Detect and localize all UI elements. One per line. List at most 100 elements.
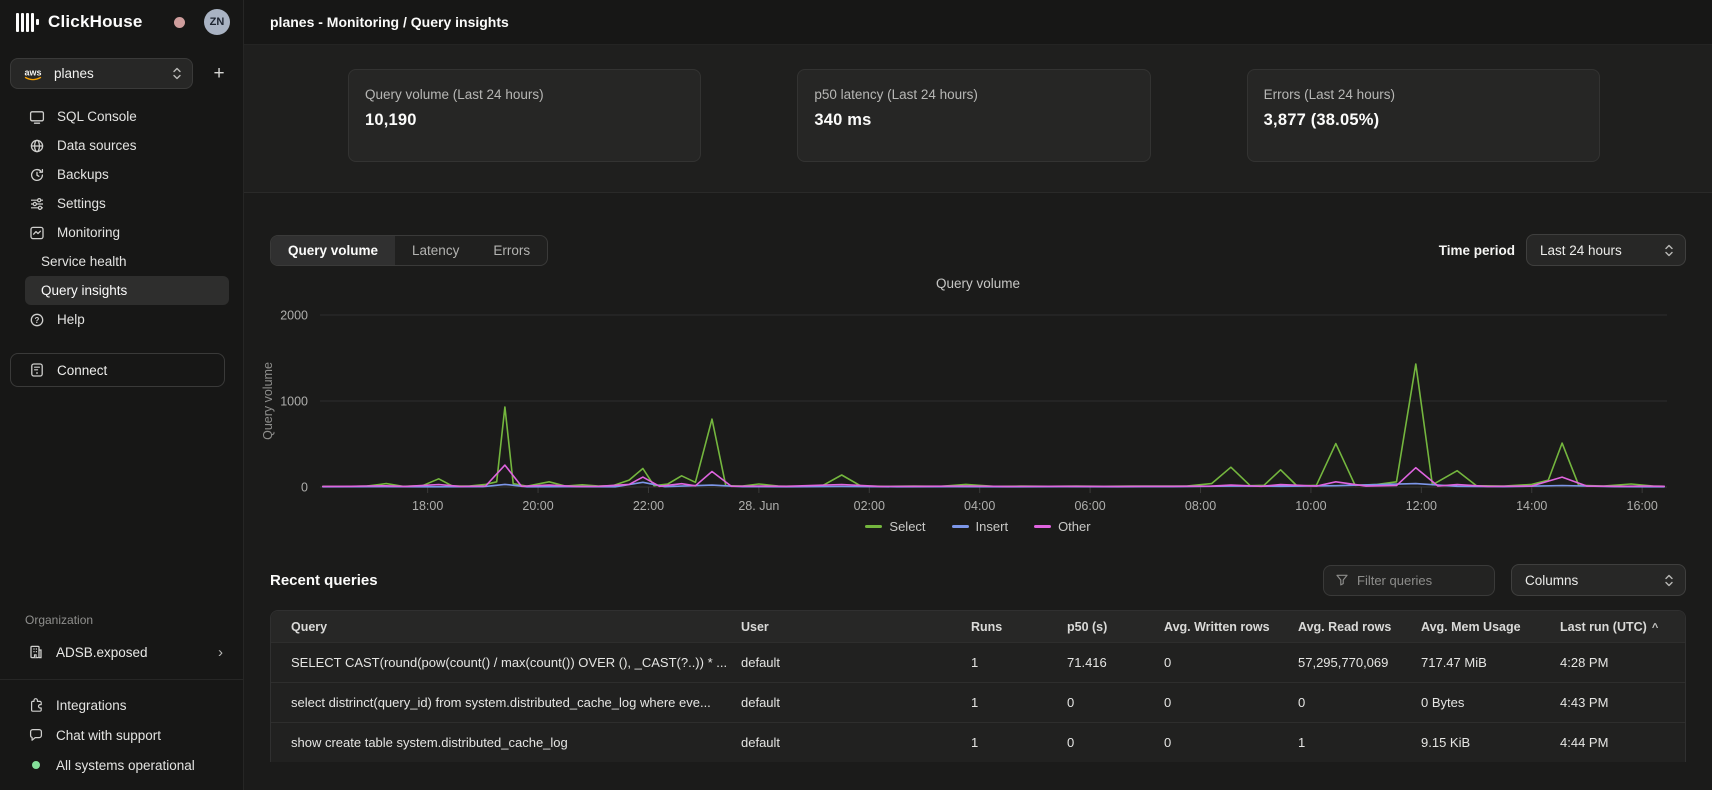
legend-swatch — [1034, 525, 1051, 528]
column-header-user[interactable]: User — [741, 620, 971, 634]
chart-controls-row: Query volume Latency Errors Time period … — [270, 234, 1686, 266]
cell-avg-mem: 717.47 MiB — [1421, 655, 1560, 670]
sidebar-item-label: Settings — [57, 196, 106, 211]
column-header-last-run[interactable]: Last run (UTC)^ — [1560, 620, 1685, 634]
column-header-avg-read[interactable]: Avg. Read rows — [1298, 620, 1421, 634]
clickhouse-logo-icon — [16, 12, 39, 32]
monitoring-icon — [28, 224, 45, 241]
connect-label: Connect — [57, 363, 107, 378]
sidebar-item-label: Backups — [57, 167, 109, 182]
chart-xtick-label: 12:00 — [1406, 499, 1437, 513]
system-status[interactable]: All systems operational — [0, 750, 243, 780]
legend-swatch — [865, 525, 882, 528]
service-selector[interactable]: aws planes — [10, 58, 193, 89]
chart-xtick-label: 22:00 — [633, 499, 664, 513]
column-header-avg-mem[interactable]: Avg. Mem Usage — [1421, 620, 1560, 634]
sidebar: ClickHouse ZN aws planes + SQL Console — [0, 0, 244, 790]
organization-icon — [28, 644, 44, 660]
column-header-avg-written[interactable]: Avg. Written rows — [1164, 620, 1298, 634]
table-controls: Columns — [1323, 564, 1686, 596]
chart-tabs: Query volume Latency Errors — [270, 235, 548, 266]
sidebar-item-settings[interactable]: Settings — [25, 189, 229, 218]
recent-queries-table: Query User Runs p50 (s) Avg. Written row… — [270, 610, 1686, 762]
console-icon — [28, 108, 45, 125]
cell-last-run: 4:44 PM — [1560, 735, 1685, 750]
stats-band: Query volume (Last 24 hours) 10,190 p50 … — [244, 45, 1712, 193]
main-content: planes - Monitoring / Query insights Que… — [244, 0, 1712, 790]
footer-item-label: All systems operational — [56, 758, 195, 773]
chart-ytick-label: 2000 — [280, 309, 308, 323]
column-header-runs[interactable]: Runs — [971, 620, 1067, 634]
legend-item-insert[interactable]: Insert — [952, 519, 1009, 534]
chart-xtick-label: 08:00 — [1185, 499, 1216, 513]
chart-xtick-label: 18:00 — [412, 499, 443, 513]
column-header-p50[interactable]: p50 (s) — [1067, 620, 1164, 634]
stat-value: 3,877 (38.05%) — [1264, 111, 1583, 130]
stat-card-p50-latency: p50 latency (Last 24 hours) 340 ms — [797, 69, 1150, 162]
sidebar-item-query-insights[interactable]: Query insights — [25, 276, 229, 305]
stat-label: Errors (Last 24 hours) — [1264, 87, 1583, 102]
connect-button[interactable]: Connect — [10, 353, 225, 387]
tab-query-volume[interactable]: Query volume — [271, 236, 395, 265]
chart-series-select — [323, 364, 1664, 487]
column-header-query[interactable]: Query — [271, 620, 741, 634]
sidebar-item-label: Help — [57, 312, 85, 327]
chart-y-axis-title: Query volume — [261, 362, 275, 440]
table-row[interactable]: select distrinct(query_id) from system.d… — [271, 682, 1685, 722]
sidebar-item-service-health[interactable]: Service health — [25, 247, 229, 276]
chart-xtick-label: 04:00 — [964, 499, 995, 513]
add-service-button[interactable]: + — [208, 63, 230, 85]
footer-item-label: Chat with support — [56, 728, 161, 743]
chevron-updown-icon — [1664, 244, 1674, 257]
chart-canvas: 010002000Query volume18:0020:0022:0028. … — [244, 295, 1712, 517]
cell-user: default — [741, 655, 971, 670]
chart-legend: Select Insert Other — [244, 519, 1712, 534]
legend-item-select[interactable]: Select — [865, 519, 925, 534]
columns-select[interactable]: Columns — [1511, 564, 1686, 596]
table-row[interactable]: SELECT CAST(round(pow(count() / max(coun… — [271, 642, 1685, 682]
aws-icon: aws — [21, 67, 45, 81]
notification-dot[interactable] — [174, 17, 185, 28]
table-row[interactable]: show create table system.distributed_cac… — [271, 722, 1685, 762]
time-period-select[interactable]: Last 24 hours — [1526, 234, 1686, 266]
service-selector-row: aws planes + — [0, 44, 243, 89]
sidebar-item-data-sources[interactable]: Data sources — [25, 131, 229, 160]
cell-avg-read: 57,295,770,069 — [1298, 655, 1421, 670]
table-header-row: Query User Runs p50 (s) Avg. Written row… — [271, 611, 1685, 642]
cell-avg-written: 0 — [1164, 735, 1298, 750]
filter-queries-input[interactable] — [1357, 573, 1483, 588]
section-title: Recent queries — [270, 572, 378, 589]
cell-user: default — [741, 735, 971, 750]
chart-ytick-label: 1000 — [280, 395, 308, 409]
sidebar-item-chat-support[interactable]: Chat with support — [0, 720, 243, 750]
cell-avg-mem: 9.15 KiB — [1421, 735, 1560, 750]
tab-latency[interactable]: Latency — [395, 236, 476, 265]
sidebar-item-sql-console[interactable]: SQL Console — [25, 102, 229, 131]
cell-runs: 1 — [971, 735, 1067, 750]
stat-card-query-volume: Query volume (Last 24 hours) 10,190 — [348, 69, 701, 162]
sidebar-item-backups[interactable]: Backups — [25, 160, 229, 189]
recent-queries-header: Recent queries Columns — [270, 564, 1686, 596]
integrations-puzzle-icon — [28, 697, 44, 713]
data-sources-icon — [28, 137, 45, 154]
time-period-label: Time period — [1439, 243, 1515, 258]
logo-row: ClickHouse ZN — [0, 0, 243, 44]
cell-runs: 1 — [971, 655, 1067, 670]
cell-p50: 0 — [1067, 695, 1164, 710]
avatar[interactable]: ZN — [204, 9, 230, 35]
chart-xtick-label: 06:00 — [1074, 499, 1105, 513]
legend-item-other[interactable]: Other — [1034, 519, 1091, 534]
legend-label: Other — [1058, 519, 1091, 534]
legend-swatch — [952, 525, 969, 528]
sidebar-item-integrations[interactable]: Integrations — [0, 690, 243, 720]
sidebar-item-label: SQL Console — [57, 109, 137, 124]
cell-p50: 71.416 — [1067, 655, 1164, 670]
organization-switcher[interactable]: ADSB.exposed › — [0, 637, 243, 667]
tab-errors[interactable]: Errors — [476, 236, 547, 265]
sidebar-item-monitoring[interactable]: Monitoring — [25, 218, 229, 247]
cell-p50: 0 — [1067, 735, 1164, 750]
sidebar-item-help[interactable]: ? Help — [25, 305, 229, 334]
cell-user: default — [741, 695, 971, 710]
cell-query: select distrinct(query_id) from system.d… — [271, 695, 741, 710]
help-icon: ? — [28, 311, 45, 328]
